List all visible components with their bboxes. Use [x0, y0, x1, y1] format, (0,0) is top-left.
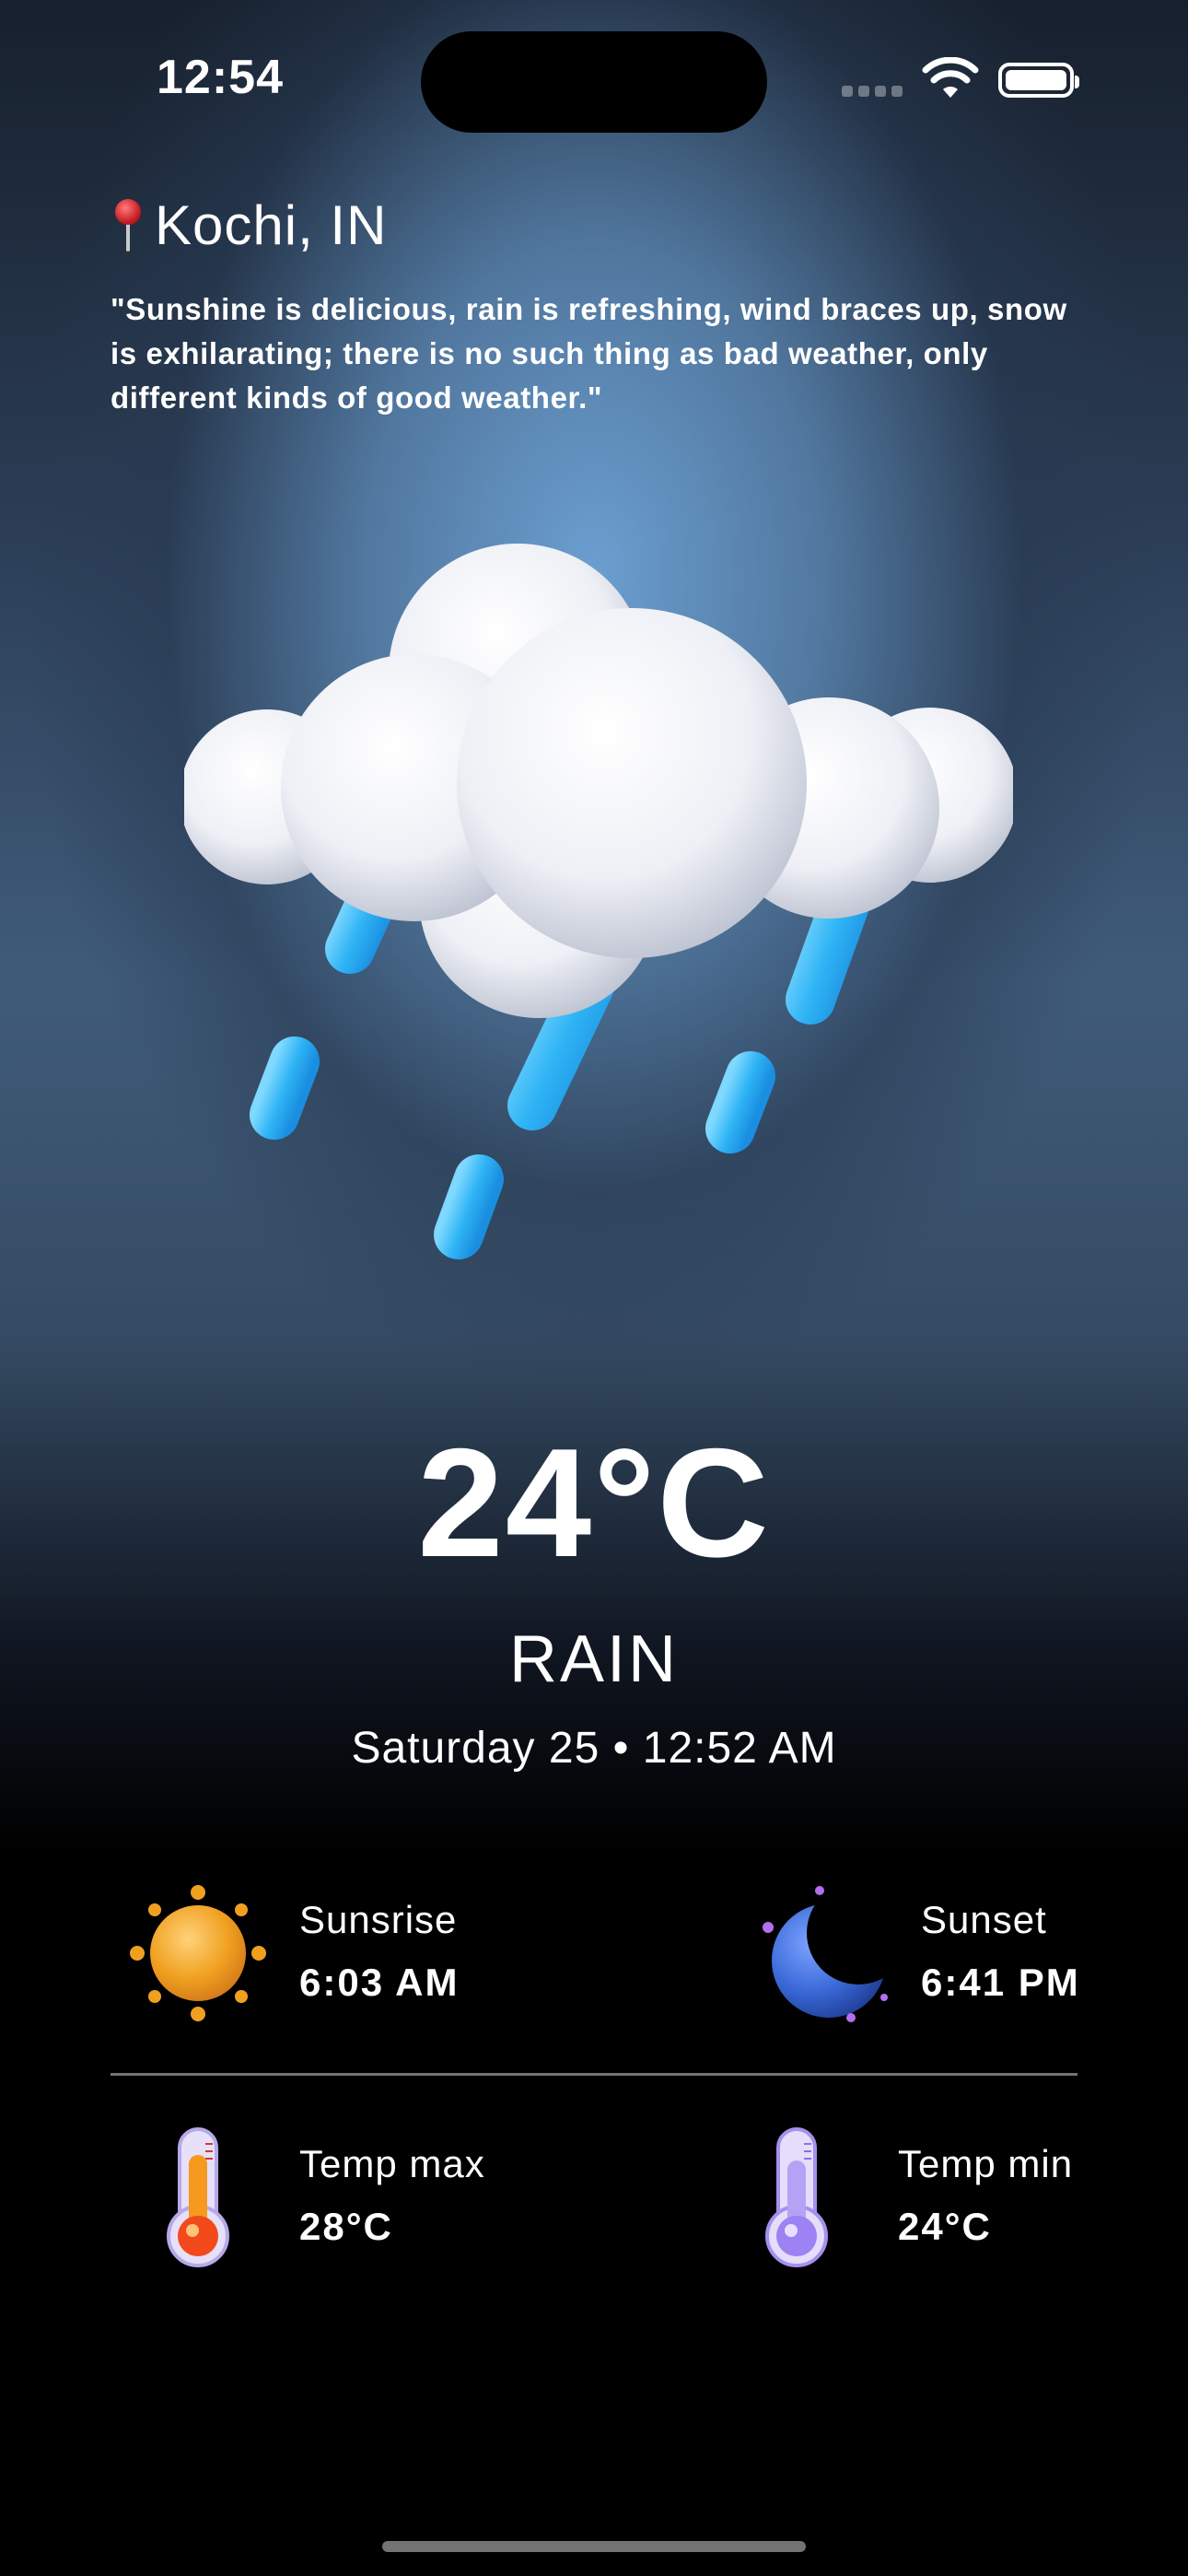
weather-screen: { "status_bar": { "time": "12:54", "icon… [0, 0, 1188, 2576]
cellular-icon [842, 86, 903, 97]
temp-max-label: Temp max [299, 2142, 485, 2185]
temp-min-value: 24°C [898, 2205, 992, 2248]
thermometer-hot-icon [167, 2127, 229, 2267]
home-indicator[interactable] [382, 2541, 806, 2552]
sun-icon [130, 1885, 266, 2021]
moon-icon [763, 1886, 888, 2022]
date-time: Saturday 25 • 12:52 AM [351, 1724, 837, 1773]
thermometer-cold-icon [765, 2127, 828, 2267]
pin-icon [115, 198, 141, 252]
battery-icon [998, 63, 1079, 98]
wifi-icon [922, 57, 979, 98]
weather-condition: RAIN [508, 1622, 680, 1696]
sunrise-label: Sunsrise [299, 1898, 458, 1941]
location-label: Kochi, IN [155, 194, 388, 256]
temp-min-label: Temp min [898, 2142, 1074, 2185]
sunrise-value: 6:03 AM [299, 1961, 460, 2004]
temp-max-value: 28°C [299, 2205, 393, 2248]
dynamic-island [421, 31, 767, 133]
location[interactable]: Kochi, IN [111, 193, 387, 257]
current-temperature: 24°C [417, 1416, 771, 1589]
status-time: 12:54 [157, 51, 284, 104]
sunset-value: 6:41 PM [921, 1961, 1080, 2004]
sunset-label: Sunset [921, 1898, 1047, 1941]
weather-quote: "Sunshine is delicious, rain is refreshi… [111, 292, 1067, 415]
divider [111, 2073, 1077, 2076]
rain-cloud-icon [184, 544, 1013, 1259]
